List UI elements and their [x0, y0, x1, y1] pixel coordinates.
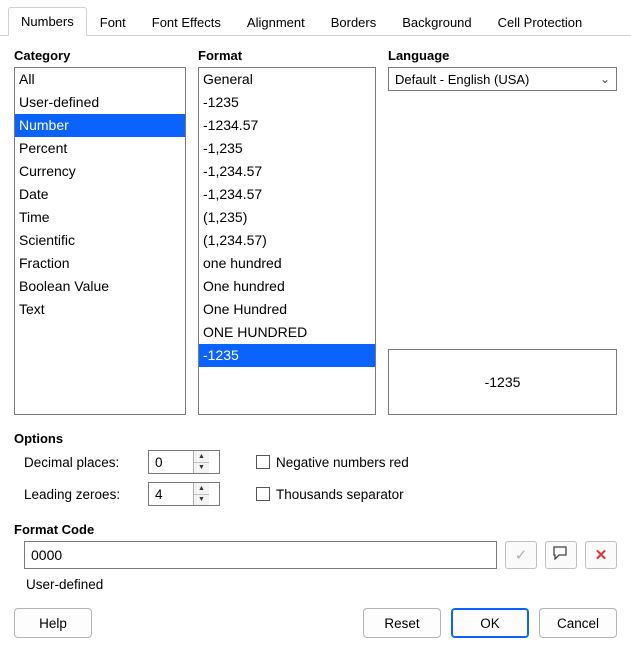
options-grid: Decimal places: ▲ ▼ Negative numbers red…	[24, 450, 617, 506]
tab-cell-protection[interactable]: Cell Protection	[485, 8, 596, 36]
category-item-text[interactable]: Text	[15, 298, 185, 321]
delete-format-button[interactable]: ✕	[585, 541, 617, 569]
decimal-places-spinner[interactable]: ▲ ▼	[148, 450, 220, 474]
decimal-places-label: Decimal places:	[24, 455, 144, 470]
negative-red-checkbox[interactable]	[256, 455, 270, 469]
language-value: Default - English (USA)	[395, 72, 529, 87]
format-item[interactable]: one hundred	[199, 252, 375, 275]
spinner-up-icon[interactable]: ▲	[194, 483, 209, 495]
thousands-sep-checkbox[interactable]	[256, 487, 270, 501]
thousands-sep-label: Thousands separator	[276, 487, 404, 502]
format-item[interactable]: One hundred	[199, 275, 375, 298]
leading-zeroes-input[interactable]	[149, 483, 193, 505]
format-item[interactable]: -1,235	[199, 137, 375, 160]
language-title: Language	[388, 48, 617, 63]
check-icon: ✓	[515, 546, 528, 564]
spinner-up-icon[interactable]: ▲	[194, 451, 209, 463]
leading-zeroes-spinner[interactable]: ▲ ▼	[148, 482, 220, 506]
edit-comment-button[interactable]	[545, 541, 577, 569]
language-column: Language Default - English (USA) ⌄ -1235	[388, 46, 617, 415]
thousands-sep-checkbox-row[interactable]: Thousands separator	[256, 487, 450, 502]
category-item-time[interactable]: Time	[15, 206, 185, 229]
category-item-fraction[interactable]: Fraction	[15, 252, 185, 275]
tab-alignment[interactable]: Alignment	[234, 8, 318, 36]
category-item-date[interactable]: Date	[15, 183, 185, 206]
negative-red-checkbox-row[interactable]: Negative numbers red	[256, 455, 450, 470]
reset-button[interactable]: Reset	[363, 608, 441, 638]
preview-value: -1235	[485, 374, 521, 390]
negative-red-label: Negative numbers red	[276, 455, 409, 470]
leading-zeroes-label: Leading zeroes:	[24, 487, 144, 502]
category-item-percent[interactable]: Percent	[15, 137, 185, 160]
category-item-scientific[interactable]: Scientific	[15, 229, 185, 252]
tab-font-effects[interactable]: Font Effects	[139, 8, 234, 36]
tab-body: Category All User-defined Number Percent…	[0, 36, 631, 596]
format-item[interactable]: (1,234.57)	[199, 229, 375, 252]
tab-numbers[interactable]: Numbers	[8, 7, 87, 36]
format-item[interactable]: ONE HUNDRED	[199, 321, 375, 344]
category-item-number[interactable]: Number	[15, 114, 185, 137]
format-preview: -1235	[388, 349, 617, 415]
options-section: Options Decimal places: ▲ ▼ Negative num…	[14, 429, 617, 506]
dialog-buttons: Help Reset OK Cancel	[0, 596, 631, 652]
ok-button[interactable]: OK	[451, 608, 529, 638]
spinner-down-icon[interactable]: ▼	[194, 463, 209, 474]
spinner-buttons: ▲ ▼	[193, 451, 209, 473]
tab-background[interactable]: Background	[389, 8, 484, 36]
category-column: Category All User-defined Number Percent…	[14, 46, 186, 415]
top-columns: Category All User-defined Number Percent…	[14, 46, 617, 415]
accept-format-button[interactable]: ✓	[505, 541, 537, 569]
format-code-title: Format Code	[14, 522, 617, 537]
spinner-down-icon[interactable]: ▼	[194, 495, 209, 506]
language-select[interactable]: Default - English (USA) ⌄	[388, 67, 617, 91]
chevron-down-icon: ⌄	[598, 72, 612, 86]
options-title: Options	[14, 431, 617, 446]
tab-font[interactable]: Font	[87, 8, 139, 36]
category-item-boolean[interactable]: Boolean Value	[15, 275, 185, 298]
format-item[interactable]: -1234.57	[199, 114, 375, 137]
format-column: Format General -1235 -1234.57 -1,235 -1,…	[198, 46, 376, 415]
format-item[interactable]: General	[199, 68, 375, 91]
format-code-section: Format Code ✓ ✕ User-defined	[14, 520, 617, 592]
spinner-buttons: ▲ ▼	[193, 483, 209, 505]
help-button[interactable]: Help	[14, 608, 92, 638]
format-item[interactable]: -1235	[199, 91, 375, 114]
format-item-selected[interactable]: -1235	[199, 344, 375, 367]
cancel-button[interactable]: Cancel	[539, 608, 617, 638]
format-title: Format	[198, 48, 376, 63]
format-code-status: User-defined	[26, 577, 617, 592]
tab-bar: Numbers Font Font Effects Alignment Bord…	[0, 0, 631, 36]
category-item-user-defined[interactable]: User-defined	[15, 91, 185, 114]
format-listbox[interactable]: General -1235 -1234.57 -1,235 -1,234.57 …	[198, 67, 376, 415]
category-title: Category	[14, 48, 186, 63]
format-item[interactable]: (1,235)	[199, 206, 375, 229]
format-item[interactable]: -1,234.57	[199, 160, 375, 183]
category-item-currency[interactable]: Currency	[15, 160, 185, 183]
close-icon: ✕	[595, 546, 608, 564]
comment-icon	[553, 546, 569, 564]
format-item[interactable]: -1,234.57	[199, 183, 375, 206]
tab-borders[interactable]: Borders	[318, 8, 390, 36]
category-item-all[interactable]: All	[15, 68, 185, 91]
cell-format-dialog: Numbers Font Font Effects Alignment Bord…	[0, 0, 631, 635]
decimal-places-input[interactable]	[149, 451, 193, 473]
format-item[interactable]: One Hundred	[199, 298, 375, 321]
format-code-input[interactable]	[24, 541, 497, 569]
format-code-row: ✓ ✕	[24, 541, 617, 569]
category-listbox[interactable]: All User-defined Number Percent Currency…	[14, 67, 186, 415]
